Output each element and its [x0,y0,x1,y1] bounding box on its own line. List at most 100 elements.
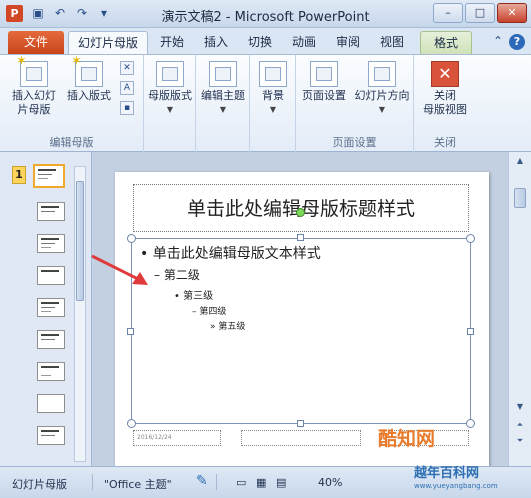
thumbnail-layout[interactable] [37,202,65,221]
close-master-view-button[interactable]: ✕ 关闭 母版视图 [418,61,472,117]
insert-slide-master-icon [16,55,48,87]
thumbnail-layout[interactable] [37,266,65,285]
customize-qat-icon[interactable]: ▾ [96,5,112,21]
chevron-down-icon: ▼ [166,105,174,114]
slide-number: 1 [12,166,26,184]
close-window-button[interactable]: ✕ [497,3,527,23]
resize-handle[interactable] [297,234,304,241]
insert-slide-master-button[interactable]: 插入幻灯 片母版 [8,55,60,117]
close-icon: ✕ [431,61,459,87]
ribbon-collapse-icon[interactable]: ⌃ [493,34,503,50]
page-setup-button[interactable]: 页面设置 [298,61,350,103]
scrollbar-thumb[interactable] [514,188,526,208]
chevron-down-icon: ▼ [269,105,277,114]
thumbnail-layout[interactable] [37,330,65,349]
body-placeholder[interactable]: • 单击此处编辑母版文本样式 – 第二级 • 第三级 – 第四级 » 第五级 [131,238,471,424]
resize-handle[interactable] [127,234,136,243]
watermark-site-name: 越年百科网 [414,466,480,481]
redo-icon[interactable]: ↷ [74,5,90,21]
zoom-level[interactable]: 40% [318,476,342,489]
thumbnail-layout[interactable] [37,394,65,413]
minimize-button[interactable]: – [433,3,463,23]
tab-transitions[interactable]: 切换 [240,31,280,54]
slide-thumbnail-pane: 1 [0,152,92,466]
ribbon-group-master-layout: 母版版式 ▼ [144,55,196,153]
tab-home[interactable]: 开始 [152,31,192,54]
tab-slide-master[interactable]: 幻灯片母版 [68,31,148,54]
ribbon-group-page-setup: 页面设置 幻灯片方向 ▼ 页面设置 [296,55,414,153]
maximize-button[interactable]: □ [465,3,495,23]
help-icon[interactable]: ? [509,34,525,50]
insert-layout-icon [71,55,103,87]
thumbnail-layout[interactable] [37,298,65,317]
window-controls: – □ ✕ [431,3,527,23]
master-layout-button[interactable]: 母版版式 ▼ [146,61,194,117]
chevron-down-icon: ▼ [378,105,386,114]
powerpoint-app-icon[interactable]: P [6,5,23,22]
ribbon-group-edit-theme: 编辑主题 ▼ [196,55,250,153]
text-level-1: • 单击此处编辑母版文本样式 [140,246,321,262]
rename-icon[interactable]: A [120,81,134,95]
edit-master-small-buttons: ✕ A ▪ [120,61,134,115]
page-setup-icon [310,61,338,87]
scroll-down-icon[interactable]: ▼ [514,402,526,411]
annotation-arrow-icon [91,254,148,285]
spellcheck-icon[interactable]: ✎ [196,473,208,489]
edit-theme-button[interactable]: 编辑主题 ▼ [198,61,248,117]
watermark: 酷知网 越年百科网 www.yueyangbang.com [350,418,531,498]
theme-icon [209,61,237,87]
text-level-3: • 第三级 [174,291,214,302]
text-level-4: – 第四级 [192,307,227,317]
orientation-icon [368,61,396,87]
tab-format[interactable]: 格式 [420,31,472,54]
ribbon-group-close: ✕ 关闭 母版视图 关闭 [414,55,476,153]
tab-review[interactable]: 审阅 [328,31,368,54]
tab-file[interactable]: 文件 [8,31,64,54]
save-icon[interactable]: ▣ [30,5,46,21]
reading-view-icon[interactable]: ▤ [276,476,286,489]
scrollbar-thumb[interactable] [76,181,84,301]
thumbnail-layout[interactable] [37,362,65,381]
resize-handle[interactable] [467,328,474,335]
ribbon: 插入幻灯 片母版 插入版式 ✕ A ▪ 编辑母版 母版版式 ▼ 编辑主题 ▼ [0,54,531,153]
thumbnail-scrollbar[interactable] [74,166,86,462]
tab-bar-right: ⌃ ? [493,34,525,50]
date-placeholder[interactable]: 2016/12/24 [133,430,221,446]
thumbnail-master[interactable] [33,164,65,188]
slide-sorter-icon[interactable]: ▦ [256,476,266,489]
preserve-master-icon[interactable]: ▪ [120,101,134,115]
insert-layout-button[interactable]: 插入版式 [62,55,116,103]
delete-slide-icon[interactable]: ✕ [120,61,134,75]
tab-insert[interactable]: 插入 [196,31,236,54]
ribbon-group-background: 背景 ▼ [250,55,296,153]
paint-bucket-icon [259,61,287,87]
title-bar: P ▣ ↶ ↷ ▾ 演示文稿2 - Microsoft PowerPoint –… [0,0,531,28]
undo-icon[interactable]: ↶ [52,5,68,21]
thumbnail-layout[interactable] [37,234,65,253]
ribbon-tabs: 文件 幻灯片母版 开始 插入 切换 动画 审阅 视图 格式 ⌃ ? [0,28,531,54]
resize-handle[interactable] [127,328,134,335]
quick-access-toolbar: ▣ ↶ ↷ ▾ [30,5,112,21]
ribbon-group-edit-master: 插入幻灯 片母版 插入版式 ✕ A ▪ 编辑母版 [0,55,144,153]
rotation-handle[interactable] [296,208,305,217]
group-label-close: 关闭 [434,136,456,149]
text-level-2: – 第二级 [154,268,200,282]
resize-handle[interactable] [297,420,304,427]
watermark-url: www.yueyangbang.com [414,482,498,490]
group-label-page-setup: 页面设置 [332,136,377,149]
footer-placeholder[interactable] [241,430,361,446]
status-view-name: 幻灯片母版 [12,478,67,491]
tab-view[interactable]: 视图 [372,31,412,54]
chevron-down-icon: ▼ [219,105,227,114]
slide-orientation-button[interactable]: 幻灯片方向 ▼ [352,61,412,117]
scroll-up-icon[interactable]: ▲ [514,156,526,165]
thumbnail-layout[interactable] [37,426,65,445]
background-button[interactable]: 背景 ▼ [254,61,292,117]
tab-animations[interactable]: 动画 [284,31,324,54]
master-layout-icon [156,61,184,87]
status-theme-name: "Office 主题" [104,478,172,491]
normal-view-icon[interactable]: ▭ [236,476,246,489]
resize-handle[interactable] [466,234,475,243]
group-label-edit-master: 编辑母版 [49,136,94,149]
resize-handle[interactable] [127,419,136,428]
